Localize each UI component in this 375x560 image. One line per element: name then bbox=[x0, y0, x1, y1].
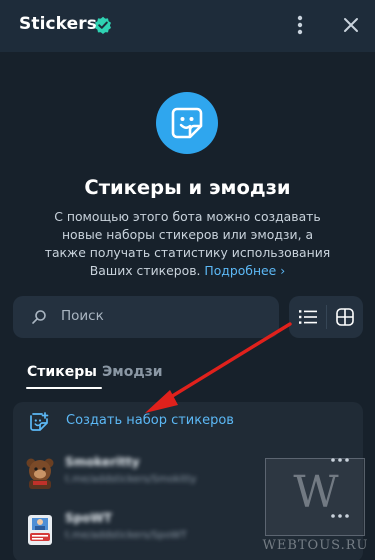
sticker-set-link: t.me/addstickers/Smokitty bbox=[65, 474, 197, 485]
more-vertical-icon[interactable] bbox=[290, 12, 310, 38]
sticker-set-name: Smokeritty bbox=[65, 455, 140, 469]
watermark-text: WEBTOUS.RU bbox=[262, 538, 369, 553]
search-placeholder: Поиск bbox=[61, 308, 104, 324]
sticker-icon bbox=[156, 92, 218, 154]
grid-view-button[interactable] bbox=[326, 296, 363, 338]
list-view-icon bbox=[299, 310, 317, 324]
sticker-set-name: SpoWT bbox=[65, 511, 112, 525]
create-sticker-set-button[interactable]: Создать набор стикеров bbox=[13, 402, 363, 442]
tab-stickers[interactable]: Стикеры bbox=[27, 364, 97, 380]
sticker-set-link: t.me/addstickers/SpoWT bbox=[65, 530, 187, 541]
search-input[interactable]: Поиск bbox=[13, 296, 279, 338]
hero-title: Стикеры и эмодзи bbox=[84, 176, 291, 199]
view-toggle bbox=[289, 296, 363, 338]
search-icon bbox=[32, 310, 46, 324]
hero-description-text: С помощью этого бота можно создавать нов… bbox=[44, 209, 331, 278]
grid-view-icon bbox=[336, 308, 354, 326]
verified-badge-icon bbox=[94, 16, 112, 34]
person-sticker-icon bbox=[23, 512, 57, 546]
tab-bar: Стикеры Эмодзи bbox=[13, 360, 363, 390]
hero-description: С помощью этого бота можно создавать нов… bbox=[40, 208, 335, 280]
close-icon[interactable] bbox=[340, 14, 362, 36]
list-view-button[interactable] bbox=[289, 296, 326, 338]
more-link[interactable]: Подробнее › bbox=[204, 263, 285, 278]
header-bar: Stickers bbox=[0, 0, 375, 52]
app-title: Stickers bbox=[19, 14, 97, 34]
watermark-letter: W bbox=[293, 467, 339, 518]
tab-emoji[interactable]: Эмодзи bbox=[102, 364, 163, 380]
bear-sticker-icon bbox=[23, 456, 57, 490]
create-sticker-set-label: Создать набор стикеров bbox=[66, 413, 234, 428]
active-tab-indicator bbox=[26, 387, 102, 389]
watermark-logo: W bbox=[265, 458, 365, 536]
add-sticker-icon bbox=[30, 412, 49, 431]
